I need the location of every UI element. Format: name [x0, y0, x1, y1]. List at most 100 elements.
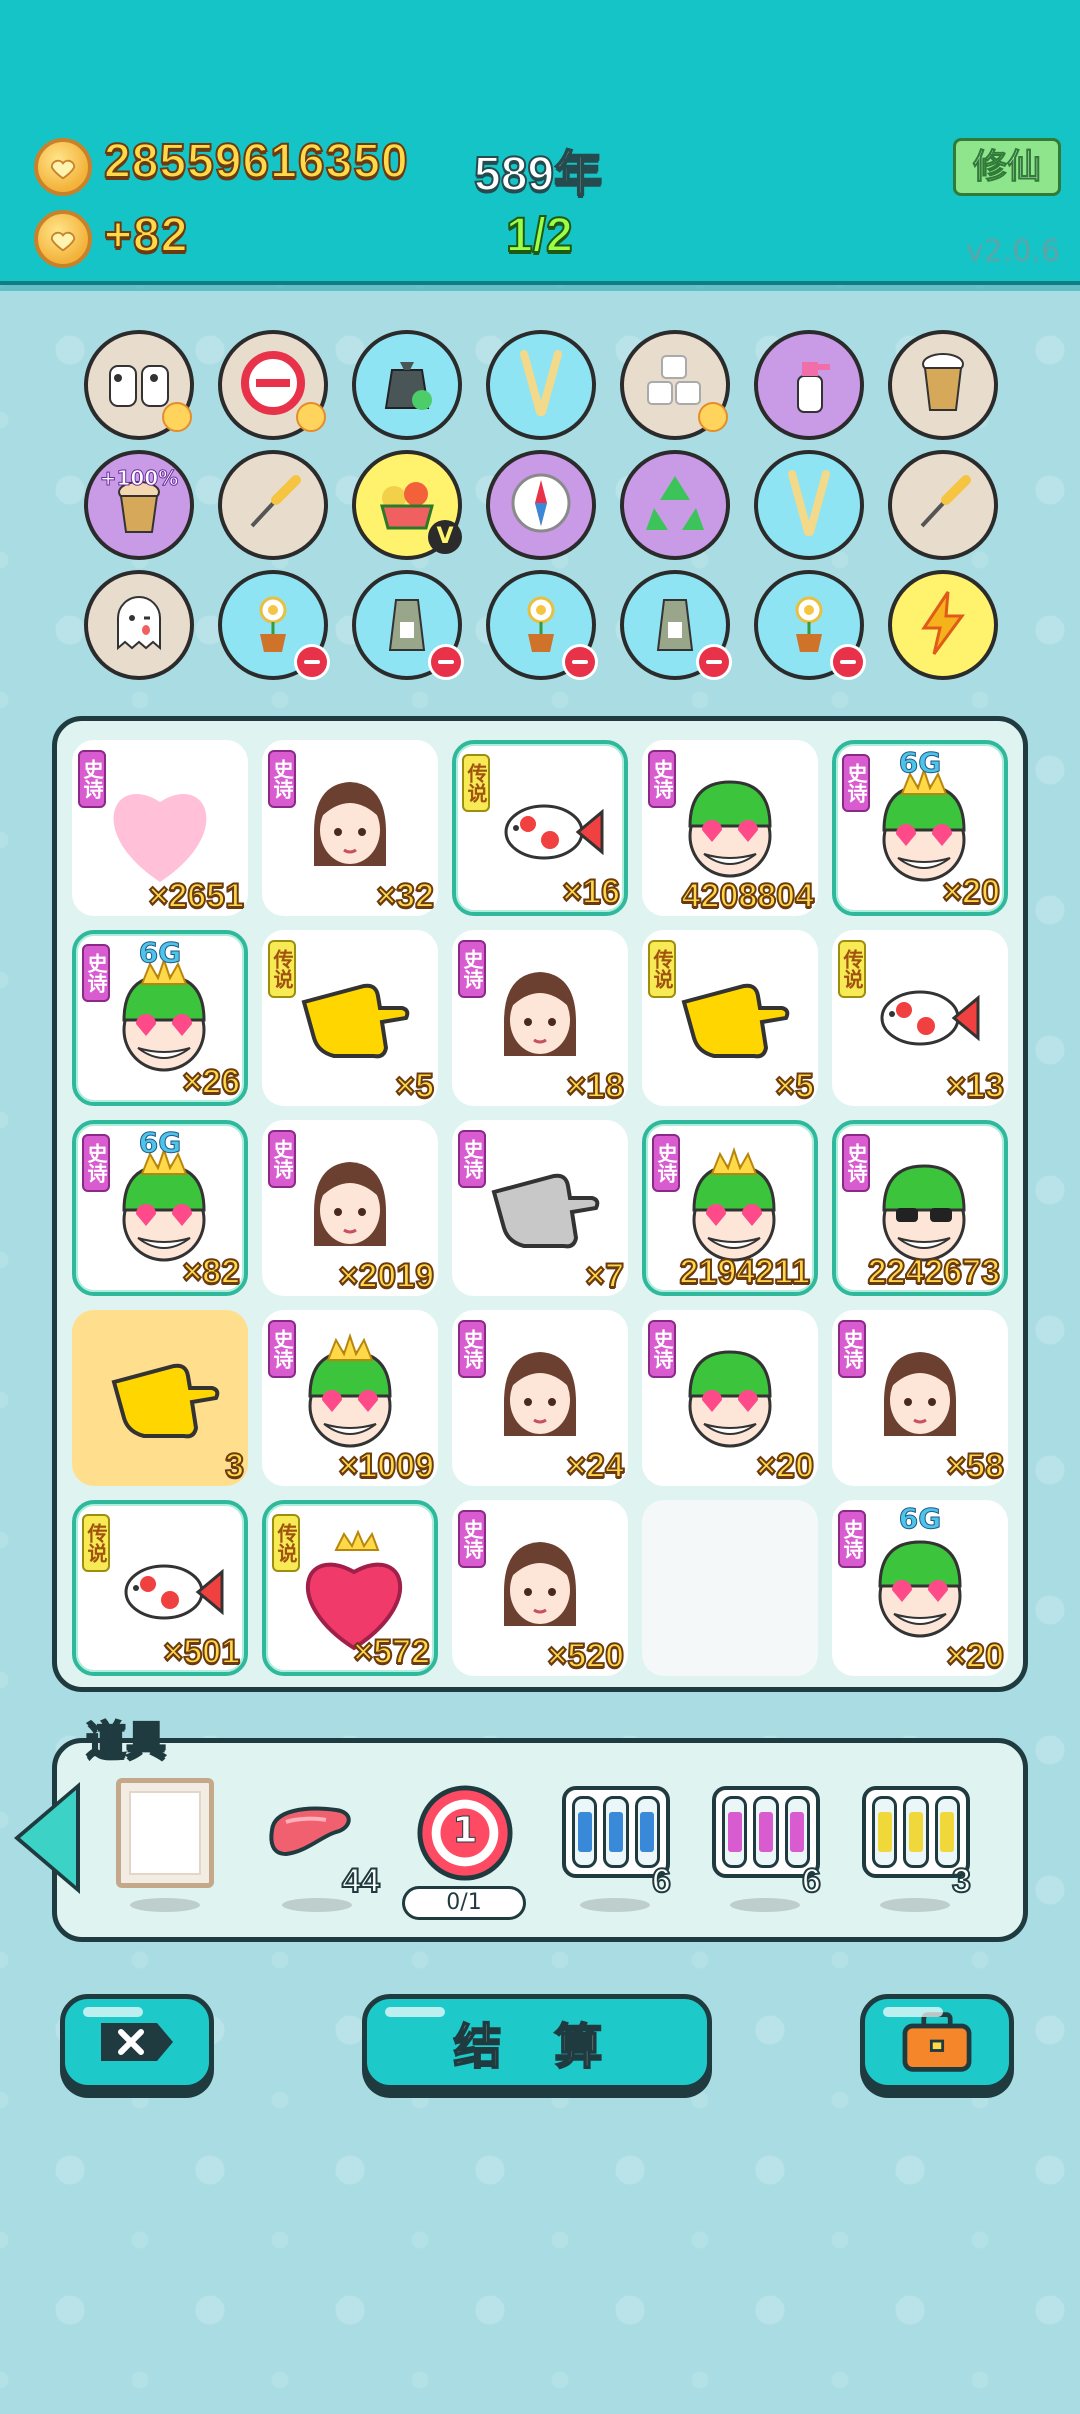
item-slot[interactable]: V: [352, 450, 462, 560]
item-slot[interactable]: [486, 450, 596, 560]
item-slot[interactable]: +100%: [84, 450, 194, 560]
ghost-icon: [104, 588, 174, 662]
grid-cell[interactable]: 史诗 ×1009: [262, 1310, 438, 1486]
rarity-tag: 史诗: [458, 1130, 486, 1188]
tier-label: 6G: [138, 936, 182, 970]
props-title: 道具: [85, 1717, 167, 1765]
item-slot[interactable]: [620, 450, 730, 560]
coin-icon: [34, 138, 92, 196]
grid-cell[interactable]: 史诗 ×18: [452, 930, 628, 1106]
man-green-icon: [664, 762, 796, 894]
grid-cell[interactable]: 史诗 6G ×82: [72, 1120, 248, 1296]
scroll-left-arrow[interactable]: [20, 1790, 76, 1886]
rarity-tag: 史诗: [838, 1510, 866, 1568]
trash-bag-icon: [372, 348, 442, 422]
grid-cell-empty[interactable]: [642, 1500, 818, 1676]
grid-cell[interactable]: 史诗 2194211: [642, 1120, 818, 1296]
grid-cell[interactable]: 传说 ×5: [262, 930, 438, 1106]
screwdriver-icon: [238, 468, 308, 542]
grid-cell[interactable]: 史诗 ×2019: [262, 1120, 438, 1296]
grid-cell[interactable]: 史诗 6G ×20: [832, 740, 1008, 916]
rarity-tag: 史诗: [268, 750, 296, 808]
tier-label: 6G: [898, 1502, 942, 1536]
item-slot[interactable]: [84, 330, 194, 440]
grid-cell[interactable]: 传说 ×16: [452, 740, 628, 916]
item-slot[interactable]: [888, 330, 998, 440]
cell-count: 2194211: [679, 1252, 811, 1292]
item-slot[interactable]: [352, 330, 462, 440]
settle-button[interactable]: 结 算: [362, 1994, 712, 2090]
slot-legend-count: 3: [951, 1861, 972, 1901]
grid-cell[interactable]: 传说 ×13: [832, 930, 1008, 1106]
item-slot[interactable]: [84, 570, 194, 680]
rarity-tag: 史诗: [268, 1130, 296, 1188]
item-slot[interactable]: [486, 330, 596, 440]
item-slot[interactable]: [754, 450, 864, 560]
cell-count: ×1009: [338, 1446, 435, 1486]
chopsticks-icon: [506, 348, 576, 422]
cell-count: ×24: [565, 1446, 625, 1486]
slot-epic-count: 6: [801, 1861, 822, 1901]
briefcase-icon: [902, 2012, 972, 2072]
liver-count: 44: [341, 1861, 381, 1901]
cell-count: 2242673: [867, 1252, 1001, 1292]
target-icon[interactable]: 1: [416, 1784, 514, 1882]
vip-badge-icon: V: [428, 520, 462, 554]
rarity-tag: 史诗: [842, 754, 870, 812]
cell-count: ×501: [162, 1632, 241, 1672]
bag-button[interactable]: [860, 1994, 1014, 2090]
remove-badge-icon[interactable]: [428, 644, 464, 680]
close-button[interactable]: [60, 1994, 214, 2090]
grid-cell[interactable]: 史诗 ×32: [262, 740, 438, 916]
grid-cell[interactable]: 史诗 6G ×26: [72, 930, 248, 1106]
item-slot[interactable]: [754, 570, 866, 680]
cell-count: ×20: [945, 1636, 1005, 1676]
liver-icon[interactable]: [266, 1800, 356, 1860]
grid-cell[interactable]: 史诗 6G ×20: [832, 1500, 1008, 1676]
cell-count: ×18: [565, 1066, 625, 1106]
grid-cell[interactable]: 史诗 ×2651: [72, 740, 248, 916]
rarity-tag: 史诗: [842, 1134, 870, 1192]
item-slot[interactable]: [754, 330, 864, 440]
item-slot[interactable]: [352, 570, 464, 680]
item-slot[interactable]: [218, 450, 328, 560]
grid-cell[interactable]: 传说 ×501: [72, 1500, 248, 1676]
grid-cell[interactable]: 史诗 ×520: [452, 1500, 628, 1676]
remove-badge-icon[interactable]: [562, 644, 598, 680]
picture-frame-icon[interactable]: [116, 1778, 214, 1888]
remove-badge-icon[interactable]: [294, 644, 330, 680]
grid-cell[interactable]: 传说 ×5: [642, 930, 818, 1106]
year-label: 589年: [473, 147, 603, 202]
xiuxian-button[interactable]: 修仙: [953, 138, 1061, 196]
grid-cell[interactable]: 史诗 2242673: [832, 1120, 1008, 1296]
rarity-tag: 史诗: [648, 1320, 676, 1378]
rarity-tag: 史诗: [458, 940, 486, 998]
rarity-tag: 传说: [462, 754, 490, 812]
cell-count: ×572: [352, 1632, 431, 1672]
remove-badge-icon[interactable]: [830, 644, 866, 680]
cell-count: ×20: [941, 872, 1001, 912]
remove-badge-icon[interactable]: [696, 644, 732, 680]
grid-cell[interactable]: 传说 ×572: [262, 1500, 438, 1676]
grid-cell[interactable]: 史诗 ×7: [452, 1120, 628, 1296]
girl-icon: [474, 1522, 606, 1654]
grid-cell[interactable]: 史诗 ×20: [642, 1310, 818, 1486]
item-slot[interactable]: [888, 570, 998, 680]
item-slot[interactable]: [620, 570, 732, 680]
item-slot[interactable]: [486, 570, 598, 680]
cell-count: 4208804: [681, 876, 815, 916]
item-slot[interactable]: [620, 330, 730, 440]
item-slot[interactable]: [218, 330, 328, 440]
item-slot[interactable]: [218, 570, 330, 680]
item-slot[interactable]: [888, 450, 998, 560]
girl-heart-icon: [94, 762, 226, 894]
coin-rate-icon: [34, 210, 92, 268]
koi-fish-icon: [854, 952, 986, 1084]
grid-cell[interactable]: 史诗 4208804: [642, 740, 818, 916]
grid-cell[interactable]: 史诗 ×24: [452, 1310, 628, 1486]
cell-count: ×520: [546, 1636, 625, 1676]
prop-shadow: [282, 1898, 352, 1912]
lightning-icon: [908, 588, 978, 662]
grid-cell[interactable]: 史诗 ×58: [832, 1310, 1008, 1486]
grid-cell[interactable]: 3: [72, 1310, 248, 1486]
